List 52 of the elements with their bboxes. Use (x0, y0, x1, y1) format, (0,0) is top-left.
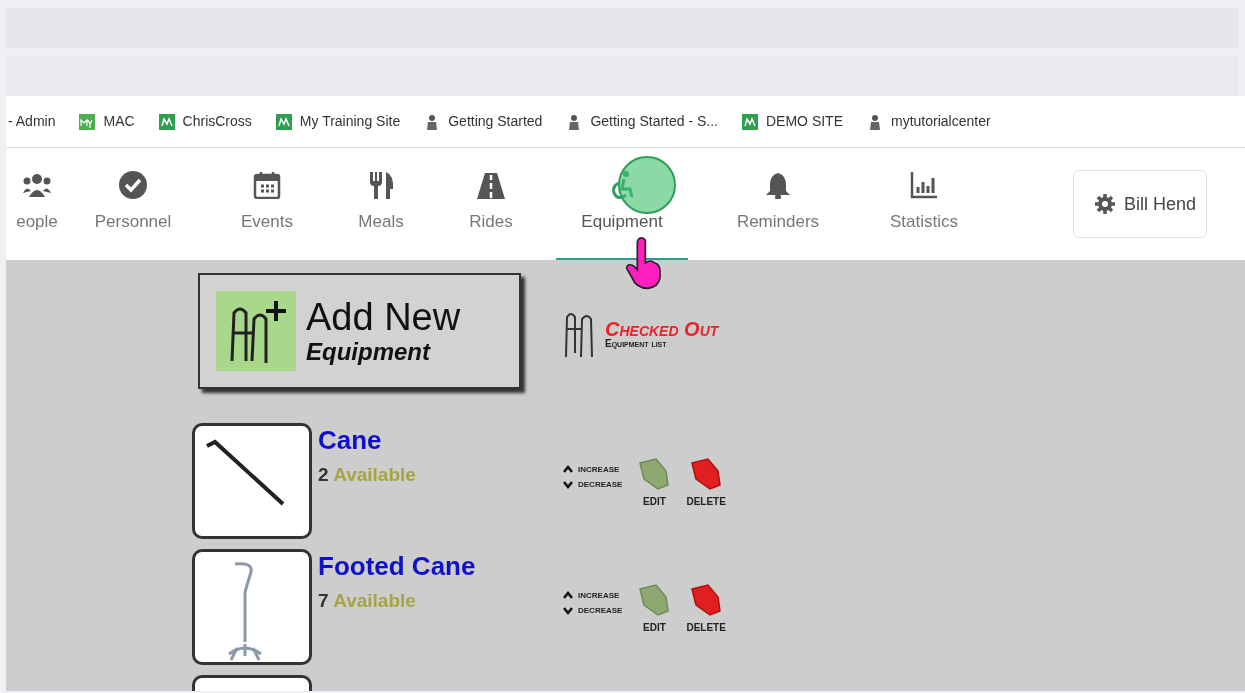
delete-button[interactable]: DELETE (686, 583, 726, 633)
m-logo-icon (742, 113, 758, 130)
calendar-icon (253, 171, 281, 200)
edit-button[interactable]: EDIT (636, 457, 673, 507)
decrease-button[interactable]: decrease (562, 604, 623, 615)
bell-icon (764, 171, 792, 200)
item-name-link[interactable]: Cane (318, 423, 562, 457)
pointer-hand-icon (624, 236, 664, 290)
chevron-up-icon (562, 463, 574, 474)
button-title: Add New (306, 298, 461, 336)
bookmark-link[interactable]: My Training Site (275, 111, 401, 132)
bookmark-link[interactable]: Getting Started (424, 111, 543, 132)
decrease-button[interactable]: decrease (562, 478, 623, 489)
settings-icon (1094, 193, 1116, 215)
availability-text: 2 Available (318, 463, 417, 487)
increase-button[interactable]: increase (562, 463, 623, 474)
m-logo-icon (158, 113, 175, 130)
add-equipment-button[interactable]: Add New Equipment (198, 273, 521, 389)
nav-tab[interactable]: Reminders (688, 148, 868, 260)
nav-tab[interactable]: eople (6, 148, 68, 260)
nav-tab[interactable]: Events (198, 148, 336, 260)
delete-button[interactable]: DELETE (686, 457, 726, 507)
increase-button[interactable]: increase (562, 589, 623, 600)
button-subtitle: Equipment (306, 340, 432, 364)
bookmark-link[interactable]: Getting Started - S... (566, 111, 718, 132)
link-title: Checked Out (605, 319, 719, 339)
item-name-link[interactable]: Footed Cane (318, 549, 562, 583)
nav-tab[interactable]: Personnel (68, 148, 198, 260)
availability-text: 7 Available (318, 589, 417, 613)
walker-icon (216, 291, 296, 371)
chevron-up-icon (562, 589, 574, 600)
check-circle-icon (119, 171, 147, 200)
link-subtitle: Equipment list (605, 339, 668, 349)
nav-tab[interactable]: Rides (426, 148, 556, 260)
fork-knife-icon (367, 171, 395, 200)
road-icon (477, 171, 505, 200)
user-menu-button[interactable]: Bill Hend (1073, 170, 1208, 238)
m-logo-icon (275, 113, 292, 130)
bookmark-link[interactable]: ChrisCross (158, 111, 252, 132)
person-icon (867, 113, 883, 130)
edit-button[interactable]: EDIT (636, 583, 673, 633)
click-highlight (618, 156, 676, 214)
bookmark-link[interactable]: DEMO SITE (742, 111, 843, 132)
bookmark-link[interactable]: mytutorialcenter (867, 111, 991, 132)
bookmark-link[interactable]: MAC (79, 111, 135, 132)
people-icon (23, 171, 51, 200)
bar-chart-icon (910, 171, 938, 200)
my-logo-icon (79, 113, 96, 130)
checked-out-link[interactable]: Checked Out Equipment list (563, 309, 719, 359)
bookmark-link[interactable]: - Admin (8, 111, 56, 132)
nav-tab[interactable]: Meals (336, 148, 426, 260)
nav-tab[interactable]: Statistics (868, 148, 980, 260)
